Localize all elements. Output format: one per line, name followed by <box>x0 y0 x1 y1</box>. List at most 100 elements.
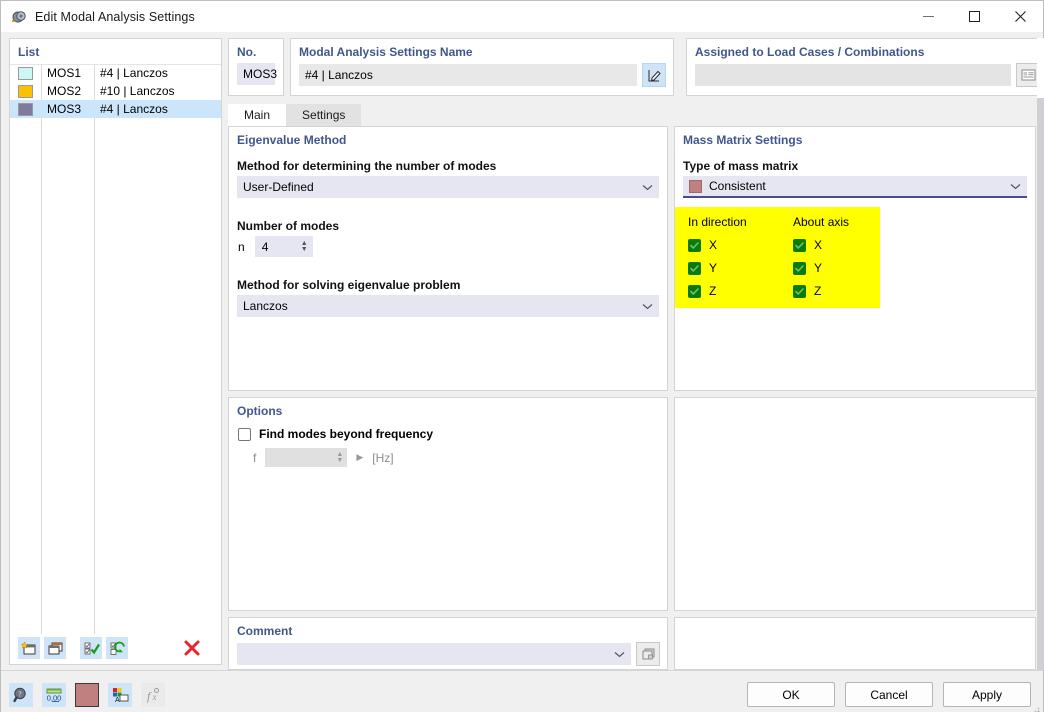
list-grid <box>10 64 221 634</box>
name-card: Modal Analysis Settings Name <box>290 38 674 96</box>
minimize-button[interactable] <box>905 1 951 32</box>
apply-button[interactable]: Apply <box>943 682 1031 707</box>
in-direction-column: In direction X Y Z <box>675 215 775 298</box>
svg-text:A: A <box>115 697 120 704</box>
list-panel: List MOS1 #4 | Lanczos MOS2 #10 | Lanczo… <box>9 38 222 665</box>
comment-picker-icon[interactable] <box>636 642 660 666</box>
panels-wrapper: Eigenvalue Method Method for determining… <box>228 126 1044 670</box>
select-all-button[interactable] <box>80 637 102 659</box>
list-item-no: MOS1 <box>47 66 82 80</box>
list-item-color-cell <box>10 84 41 98</box>
list-item-color-cell <box>10 102 41 116</box>
tab-settings[interactable]: Settings <box>286 104 362 126</box>
frequency-row: f ▲ ▼ ▶ [Hz] <box>229 448 667 467</box>
find-modes-row[interactable]: Find modes beyond frequency <box>229 427 667 441</box>
list-item-description: #4 | Lanczos <box>100 102 168 116</box>
eigenvalue-method-section: Eigenvalue Method Method for determining… <box>228 126 668 391</box>
grid-line-2 <box>94 65 95 634</box>
about-axis-y-checkbox[interactable] <box>793 261 806 275</box>
about-axis-x-row[interactable]: X <box>793 238 875 252</box>
list-item[interactable]: MOS1 #4 | Lanczos <box>10 64 221 82</box>
list-item-no: MOS3 <box>47 102 82 116</box>
right-empty-panel-1 <box>674 397 1036 611</box>
about-axis-y-label: Y <box>814 261 823 275</box>
method-modes-label: Method for determining the number of mod… <box>237 159 497 173</box>
delete-item-button[interactable] <box>181 637 203 659</box>
mass-matrix-type-dropdown[interactable]: Consistent <box>683 176 1027 198</box>
n-value: 4 <box>261 239 269 254</box>
assigned-load-cases-card: Assigned to Load Cases / Combinations <box>686 38 1044 96</box>
mass-matrix-section: Mass Matrix Settings Type of mass matrix… <box>674 126 1036 391</box>
name-input[interactable] <box>299 64 637 86</box>
mass-matrix-type-value: Consistent <box>709 179 766 193</box>
in-direction-y-label: Y <box>709 261 718 275</box>
copy-item-button[interactable] <box>44 637 66 659</box>
name-label: Modal Analysis Settings Name <box>299 45 473 59</box>
about-axis-z-row[interactable]: Z <box>793 284 875 298</box>
maximize-button[interactable] <box>951 1 997 32</box>
solver-dropdown[interactable]: Lanczos <box>237 295 659 317</box>
modal-analysis-icon <box>11 9 27 25</box>
scrollbar-thumb[interactable] <box>1037 38 1044 98</box>
window-controls <box>905 1 1043 32</box>
units-button[interactable]: 0,00 <box>42 682 66 707</box>
method-modes-dropdown[interactable]: User-Defined <box>237 176 659 198</box>
color-button[interactable] <box>75 682 99 707</box>
list-item-description: #4 | Lanczos <box>100 66 168 80</box>
list-item-no: MOS2 <box>47 84 82 98</box>
assigned-input[interactable] <box>695 64 1011 86</box>
list-item[interactable]: MOS2 #10 | Lanczos <box>10 82 221 100</box>
cancel-button[interactable]: Cancel <box>845 682 933 707</box>
chevron-down-icon <box>1010 179 1021 193</box>
comment-input[interactable] <box>237 643 631 665</box>
about-axis-y-row[interactable]: Y <box>793 261 875 275</box>
in-direction-x-checkbox[interactable] <box>688 238 701 252</box>
frequency-unit: [Hz] <box>372 450 394 465</box>
in-direction-z-row[interactable]: Z <box>688 284 775 298</box>
assigned-label: Assigned to Load Cases / Combinations <box>695 45 925 59</box>
svg-text:?: ? <box>18 690 21 698</box>
play-icon[interactable]: ▶ <box>356 452 363 463</box>
no-label: No. <box>237 45 257 59</box>
tab-main[interactable]: Main <box>228 104 287 126</box>
color-swatch <box>18 84 33 98</box>
in-direction-y-checkbox[interactable] <box>688 261 701 275</box>
edit-name-icon[interactable] <box>642 63 666 87</box>
eigenvalue-method-title: Eigenvalue Method <box>237 133 347 147</box>
method-modes-value: User-Defined <box>243 180 314 194</box>
comment-title: Comment <box>237 624 293 638</box>
direction-axis-highlight-block: In direction X Y Z About axis X Y Z <box>675 207 880 308</box>
list-item-color-cell <box>10 66 41 80</box>
in-direction-z-label: Z <box>709 284 717 298</box>
footer-actions: OK Cancel Apply <box>747 682 1031 707</box>
list-rows: MOS1 #4 | Lanczos MOS2 #10 | Lanczos MOS… <box>10 64 221 634</box>
list-item-selected[interactable]: MOS3 #4 | Lanczos <box>10 100 221 118</box>
resize-grip[interactable] <box>1030 705 1040 712</box>
find-button[interactable]: ? <box>9 682 33 707</box>
in-direction-x-row[interactable]: X <box>688 238 775 252</box>
close-button[interactable] <box>997 1 1043 32</box>
vertical-scrollbar[interactable] <box>1037 38 1044 670</box>
about-axis-x-label: X <box>814 238 823 252</box>
number-of-modes-label: Number of modes <box>237 219 340 233</box>
frequency-input[interactable]: ▲ ▼ <box>265 448 348 467</box>
chevron-down-icon <box>642 180 653 194</box>
stepper-arrows-icon[interactable]: ▲ ▼ <box>301 236 308 257</box>
options-section: Options Find modes beyond frequency f ▲ ▼ <box>228 397 668 611</box>
about-axis-z-checkbox[interactable] <box>793 284 806 298</box>
dialog-body: List MOS1 #4 | Lanczos MOS2 #10 | Lanczo… <box>1 32 1044 670</box>
invert-selection-button[interactable] <box>106 637 128 659</box>
new-item-button[interactable] <box>18 637 40 659</box>
find-modes-checkbox[interactable] <box>238 427 251 441</box>
stepper-arrows-icon[interactable]: ▲ ▼ <box>336 451 343 464</box>
ok-button[interactable]: OK <box>747 682 835 707</box>
display-properties-button[interactable]: A <box>108 682 132 707</box>
in-direction-z-checkbox[interactable] <box>688 284 701 298</box>
left-column: Eigenvalue Method Method for determining… <box>228 126 668 670</box>
assigned-row <box>695 63 1040 87</box>
header-row: No. MOS3 Modal Analysis Settings Name #4… <box>228 38 1044 96</box>
list-toolbar <box>10 634 221 664</box>
about-axis-x-checkbox[interactable] <box>793 238 806 252</box>
in-direction-y-row[interactable]: Y <box>688 261 775 275</box>
number-of-modes-stepper[interactable]: 4 ▲ ▼ <box>254 236 313 257</box>
